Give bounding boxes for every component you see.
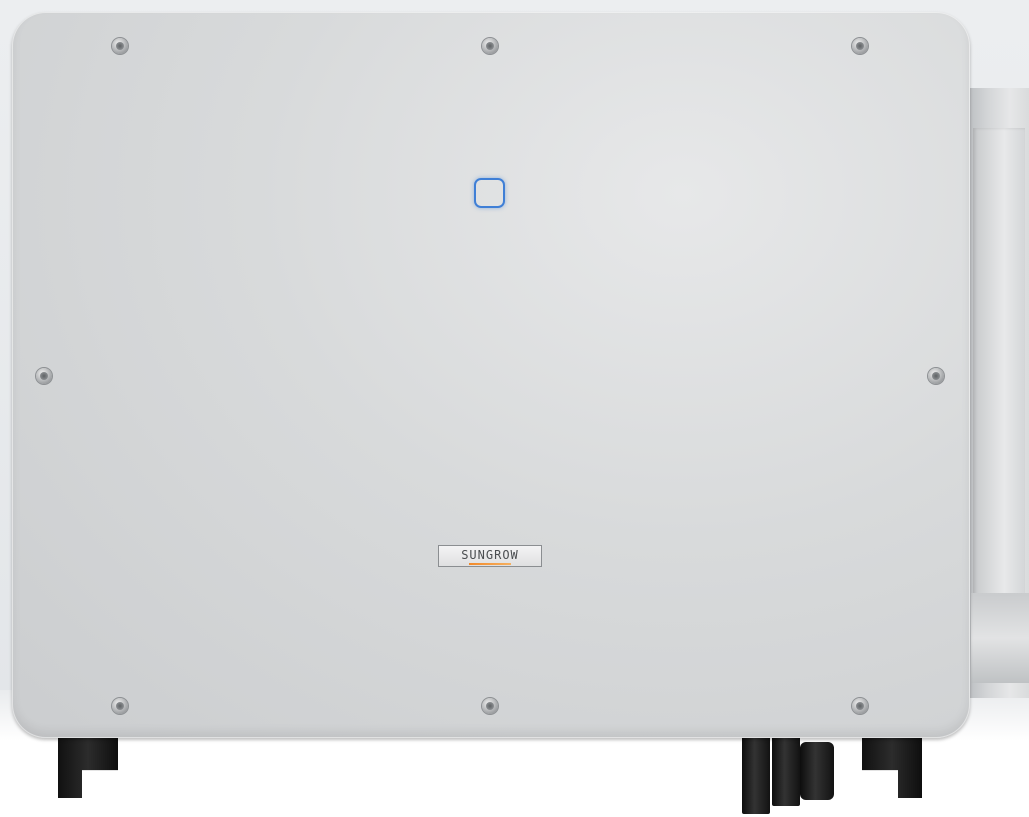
screw-icon xyxy=(36,368,52,384)
bracket-lip xyxy=(971,593,1029,683)
inverter-front-panel xyxy=(12,12,970,738)
screw-icon xyxy=(482,698,498,714)
screw-icon xyxy=(112,38,128,54)
screw-icon xyxy=(852,698,868,714)
brand-logo: SUNGROW xyxy=(438,545,542,567)
dc-connector xyxy=(772,736,800,806)
dc-connector xyxy=(742,736,770,814)
screw-icon xyxy=(482,38,498,54)
screw-icon xyxy=(112,698,128,714)
logo-accent-line xyxy=(469,563,511,565)
brand-logo-text: SUNGROW xyxy=(461,548,519,562)
screw-icon xyxy=(852,38,868,54)
bracket-fold xyxy=(973,128,1025,598)
mounting-bracket xyxy=(965,88,1029,698)
screw-icon xyxy=(928,368,944,384)
cable-gland xyxy=(800,742,834,800)
led-indicator-icon xyxy=(474,178,505,208)
